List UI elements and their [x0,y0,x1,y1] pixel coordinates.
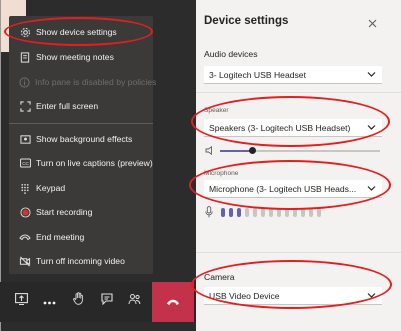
menu-item-start-recording[interactable]: Start recording [9,202,153,222]
speaker-volume-slider[interactable] [220,150,380,152]
device-settings-panel: Device settings Audio devices 3- Logitec… [196,0,401,331]
dropdown-value: Speakers (3- Logitech USB Headset) [209,122,351,133]
menu-item-show-meeting-notes[interactable]: Show meeting notes [9,47,153,67]
menu-item-end-meeting[interactable]: End meeting [9,227,153,247]
mic-level-bar [277,208,281,217]
share-tray-button[interactable] [11,288,31,314]
info-icon [19,76,30,88]
menu-item-show-background-effects[interactable]: Show background effects [9,129,153,149]
background-effects-icon [19,133,31,145]
menu-item-label: End meeting [36,232,85,242]
microphone-dropdown[interactable]: Microphone (3- Logitech USB Heads... [204,180,382,198]
menu-item-info-pane: Info pane is disabled by policies [9,72,157,92]
more-actions-menu: Show device settings Show meeting notes … [9,16,157,274]
camera-heading: Camera [204,272,235,282]
chat-button[interactable] [97,288,117,314]
mic-level-bar [301,208,305,217]
mic-level-bar [293,208,297,217]
panel-title: Device settings [204,15,289,27]
dropdown-value: USB Video Device [209,290,280,301]
mic-level-bar [221,208,225,217]
mic-level-bar [317,208,321,217]
fullscreen-icon [19,100,31,112]
audio-device-dropdown[interactable]: 3- Logitech USB Headset [204,66,382,84]
menu-item-label: Show device settings [36,27,117,37]
speaker-volume-icon [205,146,212,155]
dropdown-value: 3- Logitech USB Headset [209,69,306,80]
participants-button[interactable] [124,288,144,314]
share-tray-icon [14,292,28,310]
slider-fill [220,150,252,152]
mic-level-bar [269,208,273,217]
dropdown-value: Microphone (3- Logitech USB Heads... [209,183,357,194]
microphone-label: Microphone [204,170,239,177]
close-button[interactable] [368,15,380,28]
chevron-down-icon [367,186,376,191]
mic-level-bar [245,208,249,217]
menu-item-label: Show meeting notes [36,52,114,62]
menu-item-label: Start recording [36,207,93,217]
keypad-icon [19,182,31,194]
menu-item-label: Keypad [36,183,66,193]
slider-thumb[interactable] [249,147,256,154]
notes-icon [19,51,31,63]
participants-icon [128,292,141,310]
raise-hand-button[interactable] [68,288,88,314]
chevron-down-icon [367,293,376,298]
gear-icon [19,26,31,38]
chevron-down-icon [367,125,376,130]
menu-item-turn-off-incoming-video[interactable]: Turn off incoming video [9,251,153,271]
more-actions-button[interactable] [39,288,59,314]
menu-item-label: Turn off incoming video [36,256,125,266]
speaker-label: Speaker [204,107,229,114]
chevron-down-icon [367,72,376,77]
speaker-dropdown[interactable]: Speakers (3- Logitech USB Headset) [204,119,382,137]
menu-item-label: Enter full screen [36,101,99,111]
menu-item-show-device-settings[interactable]: Show device settings [9,22,153,42]
close-icon [368,15,377,32]
audio-devices-heading: Audio devices [204,49,258,59]
menu-item-live-captions[interactable]: CC Turn on live captions (preview) [9,153,153,173]
menu-item-keypad[interactable]: Keypad [9,178,153,198]
section-divider [196,92,401,93]
end-meeting-icon [19,231,31,243]
mic-level-bar [237,208,241,217]
more-actions-icon [43,292,56,310]
microphone-icon [205,206,213,218]
svg-text:CC: CC [22,161,29,166]
section-divider [196,252,401,253]
video-off-icon [19,255,31,267]
captions-icon: CC [19,157,31,169]
menu-item-label: Show background effects [36,134,133,144]
mic-level-bar [285,208,289,217]
mic-level-bar [261,208,265,217]
raise-hand-icon [72,292,84,310]
meeting-stage: Show device settings Show meeting notes … [0,0,196,331]
hang-up-icon [166,293,180,311]
record-icon [19,206,31,218]
chat-icon [101,292,113,310]
mic-level-bar [229,208,233,217]
menu-item-label: Turn on live captions (preview) [36,158,153,168]
mic-level-bar [253,208,257,217]
menu-divider [9,123,153,124]
camera-dropdown[interactable]: USB Video Device [204,287,382,305]
menu-item-enter-full-screen[interactable]: Enter full screen [9,96,153,116]
mic-level-bar [309,208,313,217]
menu-item-label: Info pane is disabled by policies [35,77,157,87]
hang-up-button[interactable] [152,282,194,322]
